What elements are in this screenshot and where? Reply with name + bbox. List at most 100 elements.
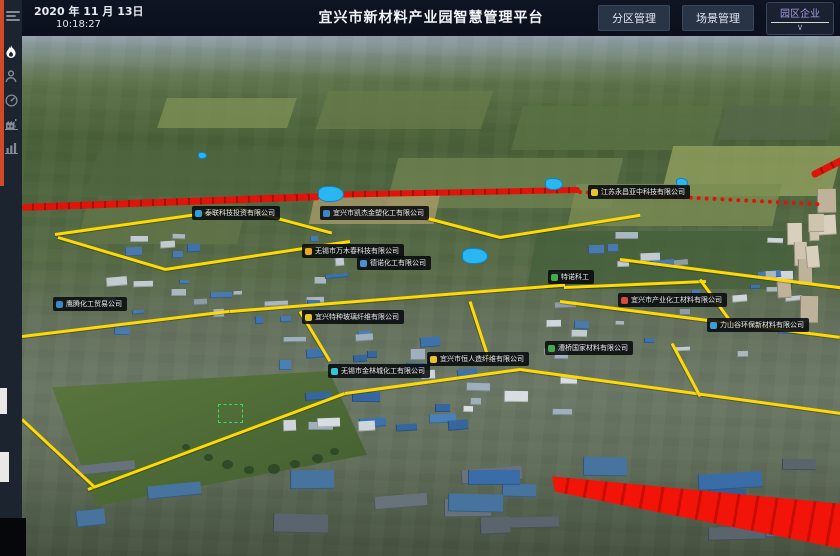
enterprise-icon (710, 322, 717, 329)
map-marker[interactable]: 宜兴特种玻璃纤维有限公司 (302, 310, 404, 324)
building (468, 470, 520, 485)
building (410, 349, 425, 360)
map-marker[interactable]: 宜兴市恒人造纤维有限公司 (427, 352, 529, 366)
bar-chart-icon (5, 142, 18, 154)
building (817, 189, 836, 213)
building (280, 316, 291, 323)
building (353, 354, 367, 362)
building (179, 280, 189, 284)
factory-icon (5, 118, 18, 130)
sidebar-bottom-block (0, 518, 26, 556)
map-marker[interactable]: 江苏永昌亚中科技有限公司 (588, 185, 690, 199)
tree (244, 466, 254, 474)
building (273, 513, 328, 533)
building (171, 289, 186, 296)
enterprise-icon (323, 210, 330, 217)
map-marker[interactable]: 漕桥国家材料有限公司 (545, 341, 633, 355)
zone-management-button[interactable]: 分区管理 (598, 5, 670, 31)
map-marker[interactable]: 宜兴市凯杰金塑化工有限公司 (320, 206, 429, 220)
enterprise-icon (430, 356, 437, 363)
building (290, 470, 334, 490)
building (737, 351, 748, 357)
park-enterprise-dropdown[interactable]: 园区企业 (766, 2, 834, 35)
enterprise-label: 特诺科工 (561, 272, 589, 282)
enterprise-icon (621, 297, 628, 304)
building (172, 234, 185, 239)
enterprise-icon (195, 210, 202, 217)
building (187, 244, 200, 253)
farm-field-patch (157, 98, 297, 128)
selection-box (218, 404, 243, 423)
building (210, 292, 232, 298)
sidebar-item-menu[interactable] (2, 4, 24, 28)
enterprise-icon (360, 260, 367, 267)
sidebar-item-user[interactable] (0, 64, 22, 88)
building (279, 360, 291, 370)
map-marker[interactable]: 特诺科工 (548, 270, 594, 284)
building (75, 509, 106, 528)
enterprise-icon (305, 314, 312, 321)
header-actions: 分区管理 场景管理 园区企业 (598, 2, 840, 35)
edge-popup-fragment (0, 452, 9, 482)
enterprise-label: 宜兴市凯杰金塑化工有限公司 (333, 208, 424, 218)
enterprise-label: 宜兴市恒人造纤维有限公司 (440, 354, 524, 364)
flame-icon (5, 45, 17, 59)
map-marker[interactable]: 宜兴市产业化工材料有限公司 (618, 293, 727, 307)
sidebar-item-stats[interactable] (0, 136, 22, 160)
enterprise-label: 漕桥国家材料有限公司 (558, 343, 628, 353)
building (504, 391, 528, 402)
building (283, 420, 296, 431)
sidebar-item-monitor[interactable] (0, 88, 22, 112)
top-header: 2020 年 11 月 13日 10:18:27 宜兴市新材料产业园智慧管理平台… (22, 0, 840, 36)
building (130, 236, 148, 242)
person-icon (5, 70, 17, 83)
map-marker[interactable]: 德诺化工有限公司 (357, 256, 431, 270)
building (125, 246, 143, 256)
map-canvas[interactable]: 泰联科技投资有限公司宜兴市凯杰金塑化工有限公司江苏永昌亚中科技有限公司无锡市万木… (22, 36, 840, 556)
enterprise-label: 江苏永昌亚中科技有限公司 (601, 187, 685, 197)
tree (330, 448, 339, 455)
scene-management-button[interactable]: 场景管理 (682, 5, 754, 31)
enterprise-icon (548, 345, 555, 352)
tree (204, 454, 213, 461)
building (615, 321, 624, 325)
building (805, 245, 820, 268)
water-feature (198, 152, 207, 159)
dropdown-label: 园区企业 (771, 5, 829, 20)
building (193, 299, 207, 306)
building (507, 516, 559, 528)
map-marker[interactable]: 泰联科技投资有限公司 (192, 206, 280, 220)
farm-field-patch (86, 151, 284, 196)
farm-field-patch (511, 106, 723, 150)
tree (290, 460, 300, 468)
building (750, 285, 760, 289)
building (317, 418, 340, 428)
building (767, 238, 783, 244)
building (480, 516, 511, 534)
building (335, 258, 345, 267)
building (172, 251, 183, 258)
enterprise-label: 宜兴市产业化工材料有限公司 (631, 295, 722, 305)
enterprise-label: 宜兴特种玻璃纤维有限公司 (315, 312, 399, 322)
building (358, 421, 376, 432)
building (233, 291, 242, 295)
map-marker[interactable]: 无锡市金林城化工有限公司 (328, 364, 430, 378)
building (782, 459, 816, 471)
app-window: 2020 年 11 月 13日 10:18:27 宜兴市新材料产业园智慧管理平台… (0, 0, 840, 556)
map-marker[interactable]: 鹰腾化工贸易公司 (53, 297, 127, 311)
building (546, 320, 561, 327)
building (448, 419, 469, 431)
water-feature (318, 186, 344, 202)
map-marker[interactable]: 力山谷环保新材料有限公司 (707, 318, 809, 332)
sidebar-item-fire[interactable] (0, 40, 22, 64)
sidebar-item-factory[interactable] (0, 112, 22, 136)
enterprise-label: 力山谷环保新材料有限公司 (720, 320, 804, 330)
datetime-block: 2020 年 11 月 13日 10:18:27 (22, 5, 144, 31)
farm-field-patch (316, 91, 493, 129)
enterprise-icon (56, 301, 63, 308)
enterprise-icon (591, 189, 598, 196)
tree (268, 464, 280, 474)
building (255, 316, 264, 325)
building (502, 483, 536, 497)
enterprise-icon (331, 368, 338, 375)
